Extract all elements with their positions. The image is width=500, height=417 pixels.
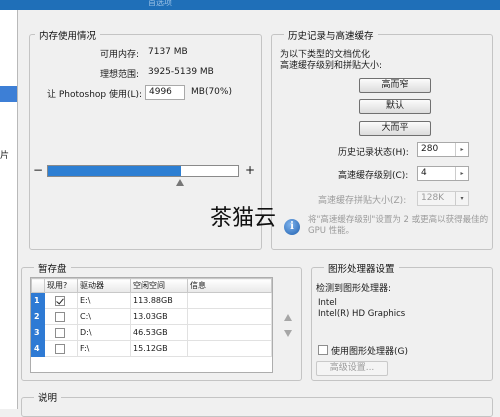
table-header-row: 现用? 驱动器 空闲空间 信息 xyxy=(31,278,272,293)
info-cell xyxy=(187,308,272,325)
move-down-icon[interactable] xyxy=(284,330,292,337)
gpu-tip-line2: GPU 性能。 xyxy=(308,226,355,236)
table-row[interactable]: 4 F:\ 15.12GB xyxy=(31,340,272,357)
slider-minus[interactable]: − xyxy=(33,163,43,177)
active-cell xyxy=(44,324,78,341)
tall-thin-button[interactable]: 高而窄 xyxy=(359,78,431,93)
left-nav-selected-item[interactable] xyxy=(0,86,17,102)
scratch-disks-rows: 1 E:\ 113.88GB 2 C:\ 13.03GB 3 D:\ 46.53… xyxy=(31,292,272,357)
memory-slider-thumb[interactable] xyxy=(176,179,184,186)
move-up-icon[interactable] xyxy=(284,314,292,321)
drive-cell: F:\ xyxy=(77,340,131,357)
info-cell xyxy=(187,324,272,341)
info-cell xyxy=(187,340,272,357)
active-checkbox[interactable] xyxy=(55,295,65,306)
row-number: 2 xyxy=(31,308,45,325)
memory-group-title: 内存使用情况 xyxy=(35,28,101,42)
window-titlebar: 首选项 xyxy=(0,0,500,10)
table-row[interactable]: 2 C:\ 13.03GB xyxy=(31,308,272,325)
photoshop-use-label: 让 Photoshop 使用(L): xyxy=(47,90,143,100)
free-space-cell: 15.12GB xyxy=(130,340,188,357)
history-states-dropdown-icon[interactable]: ▸ xyxy=(455,143,468,156)
memory-slider-fill xyxy=(48,166,181,176)
cache-levels-dropdown-icon[interactable]: ▸ xyxy=(455,167,468,180)
use-gpu-label: 使用图形处理器(G) xyxy=(331,347,408,357)
gpu-settings-title: 图形处理器设置 xyxy=(324,261,399,275)
window-title: 首选项 xyxy=(148,0,172,7)
cache-levels-label: 高速缓存级别(C): xyxy=(338,171,409,181)
cache-levels-value: 4 xyxy=(421,168,427,178)
advanced-settings-button[interactable]: 高级设置... xyxy=(316,361,388,376)
tile-size-dropdown-icon[interactable]: ▾ xyxy=(455,192,468,205)
active-cell xyxy=(44,340,78,357)
optimize-desc-line2: 高速缓存级别和拼贴大小: xyxy=(280,61,383,71)
use-gpu-checkbox[interactable] xyxy=(318,345,328,355)
free-space-cell: 46.53GB xyxy=(130,324,188,341)
table-row[interactable]: 1 E:\ 113.88GB xyxy=(31,292,272,309)
cache-levels-field[interactable]: 4 ▸ xyxy=(417,166,469,181)
ideal-range-label: 理想范围: xyxy=(100,70,140,80)
column-header-active[interactable]: 现用? xyxy=(44,278,78,293)
row-number: 3 xyxy=(31,324,45,341)
big-flat-button[interactable]: 大而平 xyxy=(359,121,431,136)
column-header-drive[interactable]: 驱动器 xyxy=(77,278,131,293)
description-group xyxy=(21,397,493,417)
description-title: 说明 xyxy=(34,390,62,404)
watermark-text: 茶猫云 xyxy=(210,206,277,231)
column-header-free[interactable]: 空闲空间 xyxy=(130,278,188,293)
tile-size-value: 128K xyxy=(421,193,445,203)
available-memory-value: 7137 MB xyxy=(148,47,188,57)
scratch-disks-table: 现用? 驱动器 空闲空间 信息 1 E:\ 113.88GB 2 C:\ 13.… xyxy=(31,278,272,357)
drive-cell: E:\ xyxy=(77,292,131,309)
drive-cell: C:\ xyxy=(77,308,131,325)
tile-size-field[interactable]: 128K ▾ xyxy=(417,191,469,206)
gpu-model: Intel(R) HD Graphics xyxy=(318,309,406,319)
column-header-info[interactable]: 信息 xyxy=(187,278,272,293)
row-number: 1 xyxy=(31,292,45,309)
active-checkbox[interactable] xyxy=(55,343,65,354)
left-nav-item-fragment[interactable]: 片 xyxy=(0,148,9,161)
memory-slider-track[interactable] xyxy=(47,165,239,177)
history-cache-title: 历史记录与高速缓存 xyxy=(284,28,378,42)
active-cell xyxy=(44,292,78,309)
left-nav: 片 xyxy=(0,10,18,409)
row-number: 4 xyxy=(31,340,45,357)
memory-use-input[interactable]: 4996 xyxy=(145,85,185,100)
column-header-num xyxy=(31,278,45,293)
available-memory-label: 可用内存: xyxy=(100,50,140,60)
slider-plus[interactable]: + xyxy=(245,163,255,177)
tile-size-label: 高速缓存拼贴大小(Z): xyxy=(318,196,407,206)
scratch-disks-table-wrap: 现用? 驱动器 空闲空间 信息 1 E:\ 113.88GB 2 C:\ 13.… xyxy=(30,277,273,373)
info-cell xyxy=(187,292,272,309)
active-checkbox[interactable] xyxy=(55,311,65,322)
ideal-range-value: 3925-5139 MB xyxy=(148,67,214,77)
drive-cell: D:\ xyxy=(77,324,131,341)
table-row[interactable]: 3 D:\ 46.53GB xyxy=(31,324,272,341)
default-button[interactable]: 默认 xyxy=(359,99,431,114)
active-checkbox[interactable] xyxy=(55,327,65,338)
free-space-cell: 113.88GB xyxy=(130,292,188,309)
history-states-field[interactable]: 280 ▸ xyxy=(417,142,469,157)
info-icon: i xyxy=(284,219,300,235)
active-cell xyxy=(44,308,78,325)
scratch-disks-title: 暂存盘 xyxy=(34,261,71,275)
history-states-label: 历史记录状态(H): xyxy=(338,148,409,158)
free-space-cell: 13.03GB xyxy=(130,308,188,325)
memory-use-unit: MB(70%) xyxy=(191,87,232,97)
gpu-detected-label: 检测到图形处理器: xyxy=(316,284,392,294)
gpu-vendor: Intel xyxy=(318,298,337,308)
history-states-value: 280 xyxy=(421,144,439,154)
